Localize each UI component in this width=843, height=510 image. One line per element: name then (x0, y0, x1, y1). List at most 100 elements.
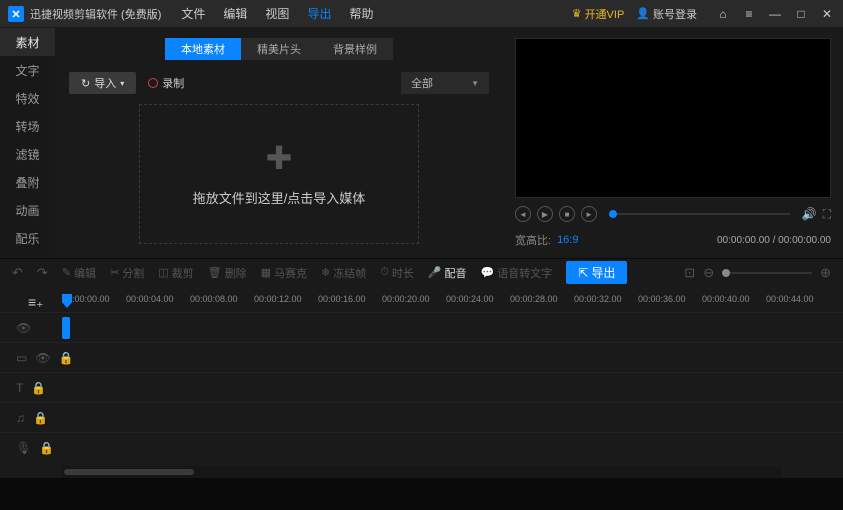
record-label: 录制 (162, 75, 184, 91)
menu-icon[interactable]: ≡ (741, 7, 757, 21)
tab-background[interactable]: 背景样例 (317, 38, 393, 60)
snowflake-icon: ❄ (321, 266, 330, 279)
redo-button[interactable]: ↷ (37, 265, 48, 281)
add-track-button[interactable]: ≡₊ (28, 294, 44, 311)
category-value: 全部 (411, 75, 433, 91)
split-button[interactable]: ✂分割 (110, 265, 144, 281)
next-frame-button[interactable]: ► (581, 206, 597, 222)
titlebar-right: ♛ 开通VIP 👤 账号登录 ⌂ ≡ — □ ✕ (572, 6, 835, 22)
speech-button[interactable]: 💬语音转文字 (481, 265, 553, 281)
lock-icon[interactable]: 🔒 (33, 411, 48, 425)
audio-button[interactable]: 🎤配音 (428, 265, 467, 281)
text-icon[interactable]: T (16, 381, 23, 395)
lock-icon[interactable]: 🔒 (39, 441, 54, 455)
mic-icon[interactable]: 🎙 (16, 441, 31, 455)
voice-track[interactable]: 🎙 🔒 (0, 432, 843, 462)
track-body[interactable] (62, 403, 843, 432)
home-icon[interactable]: ⌂ (715, 7, 731, 21)
play-button[interactable]: ▶ (537, 206, 553, 222)
sidebar-item-effects[interactable]: 特效 (0, 84, 55, 112)
tracks: 👁 ▭ 👁 🔒 T 🔒 ♫ 🔒 (0, 312, 843, 462)
fit-icon[interactable]: ⊡ (684, 265, 695, 281)
tab-local[interactable]: 本地素材 (165, 38, 241, 60)
minimize-icon[interactable]: — (767, 7, 783, 21)
video-preview[interactable] (515, 38, 831, 198)
time-ruler[interactable]: ≡₊ 00:00:00.00 00:00:04.00 00:00:08.00 0… (0, 294, 843, 312)
track-body[interactable] (62, 433, 843, 462)
aspect-value[interactable]: 16:9 (557, 234, 578, 246)
window-controls: ⌂ ≡ — □ ✕ (715, 7, 835, 21)
crop-button[interactable]: ◫裁剪 (158, 265, 193, 281)
duration-button[interactable]: ⏱时长 (380, 265, 414, 281)
track-body[interactable] (62, 373, 843, 402)
time-tick: 00:00:28.00 (510, 294, 574, 312)
prev-frame-button[interactable]: ◄ (515, 206, 531, 222)
maximize-icon[interactable]: □ (793, 7, 809, 21)
clip-marker[interactable] (62, 317, 70, 339)
dropzone-text: 拖放文件到这里/点击导入媒体 (193, 188, 366, 207)
track-body[interactable] (62, 313, 843, 342)
volume-icon[interactable]: 🔊 (802, 207, 817, 221)
menu-view[interactable]: 视图 (265, 5, 289, 22)
tab-intro[interactable]: 精美片头 (241, 38, 317, 60)
login-button[interactable]: 👤 账号登录 (636, 6, 697, 22)
time-tick: 00:00:40.00 (702, 294, 766, 312)
edit-button[interactable]: ✎编辑 (62, 265, 96, 281)
import-button[interactable]: ↻ 导入 ▾ (69, 72, 136, 94)
sidebar-item-media[interactable]: 素材 (0, 28, 55, 56)
time-tick: 00:00:04.00 (126, 294, 190, 312)
sidebar-item-overlay[interactable]: 叠附 (0, 168, 55, 196)
track-head: T 🔒 (0, 381, 62, 395)
video-track-2[interactable]: ▭ 👁 🔒 (0, 342, 843, 372)
eye-icon[interactable]: 👁 (16, 321, 31, 335)
zoom-slider[interactable] (722, 272, 812, 274)
time-tick: 00:00:36.00 (638, 294, 702, 312)
playback-controls: ◄ ▶ ■ ► 🔊 ⛶ (515, 202, 831, 226)
progress-bar[interactable] (609, 213, 790, 215)
zoom-controls: ⊡ ⊖ ⊕ (684, 265, 831, 281)
text-track[interactable]: T 🔒 (0, 372, 843, 402)
eye-icon[interactable]: 👁 (35, 351, 50, 365)
progress-thumb[interactable] (609, 210, 617, 218)
freeze-button[interactable]: ❄冻结帧 (321, 265, 366, 281)
zoom-thumb[interactable] (722, 269, 730, 277)
export-button[interactable]: ⇱导出 (566, 261, 627, 284)
user-icon: 👤 (636, 7, 650, 20)
music-icon[interactable]: ♫ (16, 411, 25, 425)
stop-button[interactable]: ■ (559, 206, 575, 222)
track-body[interactable] (62, 343, 843, 372)
close-icon[interactable]: ✕ (819, 7, 835, 21)
aspect-label: 宽高比: (515, 232, 551, 248)
main-area: 素材 文字 特效 转场 滤镜 叠附 动画 配乐 本地素材 精美片头 背景样例 ↻… (0, 28, 843, 258)
scrollbar-thumb[interactable] (64, 469, 194, 475)
export-icon: ⇱ (578, 266, 588, 280)
menu-file[interactable]: 文件 (181, 5, 205, 22)
zoom-out-icon[interactable]: ⊖ (703, 265, 714, 281)
zoom-in-icon[interactable]: ⊕ (820, 265, 831, 281)
import-label: 导入 (94, 75, 116, 91)
menu-help[interactable]: 帮助 (349, 5, 373, 22)
dropzone[interactable]: ✚ 拖放文件到这里/点击导入媒体 (139, 104, 419, 244)
sidebar-item-text[interactable]: 文字 (0, 56, 55, 84)
preview-panel: ◄ ▶ ■ ► 🔊 ⛶ 宽高比: 16:9 00:00:00.00 / 00:0… (503, 28, 843, 258)
sidebar-item-transition[interactable]: 转场 (0, 112, 55, 140)
lock-icon[interactable]: 🔒 (31, 381, 46, 395)
horizontal-scrollbar[interactable] (62, 466, 781, 478)
undo-button[interactable]: ↶ (12, 265, 23, 281)
sidebar-item-filter[interactable]: 滤镜 (0, 140, 55, 168)
fullscreen-icon[interactable]: ⛶ (823, 207, 831, 222)
left-sidebar: 素材 文字 特效 转场 滤镜 叠附 动画 配乐 (0, 28, 55, 258)
media-tabs: 本地素材 精美片头 背景样例 (69, 38, 489, 60)
delete-button[interactable]: 🗑删除 (208, 265, 247, 281)
sidebar-item-music[interactable]: 配乐 (0, 224, 55, 252)
category-select[interactable]: 全部 ▼ (401, 72, 489, 94)
film-icon[interactable]: ▭ (16, 351, 27, 365)
mosaic-button[interactable]: ▦马赛克 (261, 265, 307, 281)
record-button[interactable]: 录制 (148, 75, 184, 91)
vip-button[interactable]: ♛ 开通VIP (572, 6, 625, 22)
audio-track[interactable]: ♫ 🔒 (0, 402, 843, 432)
sidebar-item-animation[interactable]: 动画 (0, 196, 55, 224)
menu-export[interactable]: 导出 (307, 5, 331, 22)
video-track[interactable]: 👁 (0, 312, 843, 342)
menu-edit[interactable]: 编辑 (223, 5, 247, 22)
